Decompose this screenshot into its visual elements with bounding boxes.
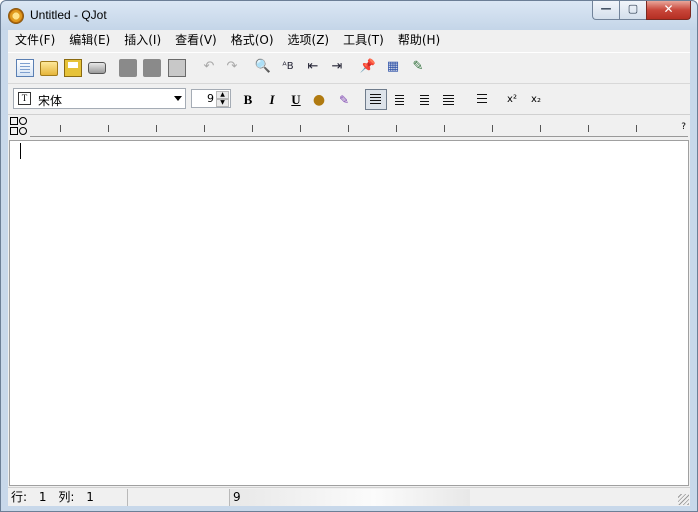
- redo-icon[interactable]: ↷: [222, 58, 242, 76]
- main-toolbar: ↶ ↷ 🔍 ᴬB ⇤ ⇥ 📌 ▦ ✎: [8, 52, 690, 81]
- text-caret: [20, 143, 21, 159]
- text-editor[interactable]: [9, 140, 689, 486]
- italic-button[interactable]: I: [262, 91, 282, 109]
- status-position: 行: 1 列: 1: [8, 489, 128, 506]
- resize-grip-icon[interactable]: [678, 494, 689, 505]
- circle-icon: [19, 127, 27, 135]
- menu-bar: 文件(F) 编辑(E) 插入(I) 查看(V) 格式(O) 选项(Z) 工具(T…: [8, 30, 690, 51]
- ruler-tick: [444, 125, 445, 132]
- ruler-tick: [492, 125, 493, 132]
- menu-tools[interactable]: 工具(T): [336, 30, 391, 51]
- minimize-icon: —: [600, 2, 612, 15]
- bold-button[interactable]: B: [238, 91, 258, 109]
- decrease-indent-icon[interactable]: ⇤: [303, 58, 323, 76]
- format-toolbar: T 宋体 9 ▲ ▼ B I U ● ✎ x² x₂: [8, 83, 690, 112]
- align-left-icon: [370, 94, 381, 104]
- close-button[interactable]: ✕: [646, 1, 691, 20]
- ruler-tick: [60, 125, 61, 132]
- col-label: 列:: [58, 490, 75, 504]
- underline-button[interactable]: U: [286, 91, 306, 109]
- menu-edit[interactable]: 编辑(E): [62, 30, 117, 51]
- ruler-tick: [252, 125, 253, 132]
- ruler-tick: [156, 125, 157, 132]
- ruler-tab-selector[interactable]: [10, 117, 29, 136]
- caption-buttons: — ▢ ✕: [592, 1, 691, 20]
- close-icon: ✕: [663, 2, 674, 16]
- replace-icon[interactable]: ᴬB: [278, 58, 298, 76]
- align-right-icon: [420, 95, 429, 105]
- square-icon: [10, 127, 18, 135]
- justify-button[interactable]: [439, 91, 459, 109]
- truetype-font-icon: T: [18, 92, 31, 105]
- line-value: 1: [38, 490, 47, 504]
- menu-file[interactable]: 文件(F): [8, 30, 62, 51]
- menu-view[interactable]: 查看(V): [168, 30, 224, 51]
- print-icon[interactable]: [88, 62, 106, 74]
- align-right-button[interactable]: [414, 91, 434, 109]
- spin-down-icon[interactable]: ▼: [216, 99, 229, 107]
- status-pane-4: [470, 489, 678, 506]
- font-size-value: 9: [207, 92, 214, 105]
- maximize-button[interactable]: ▢: [619, 1, 646, 20]
- cut-icon[interactable]: [119, 59, 137, 77]
- ruler-tick: [396, 125, 397, 132]
- status-pane-2: [128, 489, 230, 506]
- font-name-value: 宋体: [38, 94, 63, 108]
- chevron-down-icon[interactable]: [174, 96, 182, 101]
- font-color-icon[interactable]: ●: [309, 91, 329, 109]
- find-binoculars-icon[interactable]: 🔍: [253, 58, 273, 76]
- copy-icon[interactable]: [143, 59, 161, 77]
- font-size-stepper[interactable]: 9 ▲ ▼: [191, 89, 231, 108]
- title-bar[interactable]: Untitled - QJot — ▢ ✕: [1, 1, 697, 30]
- save-disk-icon[interactable]: [64, 59, 82, 77]
- app-window: Untitled - QJot — ▢ ✕ 文件(F) 编辑(E) 插入(I) …: [0, 0, 698, 512]
- subscript-button[interactable]: x₂: [526, 91, 546, 109]
- menu-format[interactable]: 格式(O): [224, 30, 281, 51]
- ruler-tick: [108, 125, 109, 132]
- status-bar: 行: 1 列: 1 9: [8, 487, 690, 506]
- highlight-icon[interactable]: ✎: [334, 91, 354, 109]
- col-value: 1: [86, 490, 94, 504]
- new-document-icon[interactable]: [16, 59, 34, 77]
- ruler-tick: [204, 125, 205, 132]
- justify-icon: [443, 95, 454, 105]
- menu-help[interactable]: 帮助(H): [391, 30, 447, 51]
- align-left-button[interactable]: [365, 89, 387, 110]
- line-label: 行:: [11, 490, 28, 504]
- ruler[interactable]: ?: [8, 114, 690, 139]
- qjot-app-icon[interactable]: [8, 8, 24, 24]
- undo-icon[interactable]: ↶: [199, 58, 219, 76]
- align-center-icon: [395, 95, 404, 105]
- menu-options[interactable]: 选项(Z): [281, 30, 337, 51]
- pushpin-icon[interactable]: 📌: [358, 58, 378, 76]
- window-title: Untitled - QJot: [30, 8, 107, 22]
- ruler-end-marker[interactable]: ?: [681, 122, 686, 132]
- magic-wand-icon[interactable]: ✎: [408, 58, 428, 76]
- square-icon: [10, 117, 18, 125]
- status-pane-3: 9: [230, 489, 470, 506]
- ruler-tick: [636, 125, 637, 132]
- superscript-button[interactable]: x²: [502, 91, 522, 109]
- ruler-tick: [348, 125, 349, 132]
- font-name-combo[interactable]: T 宋体: [13, 88, 186, 109]
- bullet-list-icon: [474, 94, 487, 106]
- increase-indent-icon[interactable]: ⇥: [327, 58, 347, 76]
- bullet-list-button[interactable]: [470, 91, 490, 109]
- ruler-track[interactable]: [30, 125, 688, 137]
- ruler-tick: [588, 125, 589, 132]
- open-folder-icon[interactable]: [40, 61, 58, 76]
- ruler-tick: [540, 125, 541, 132]
- client-area: 文件(F) 编辑(E) 插入(I) 查看(V) 格式(O) 选项(Z) 工具(T…: [8, 30, 690, 506]
- maximize-icon: ▢: [627, 2, 639, 15]
- clock-icon: [19, 117, 27, 125]
- align-center-button[interactable]: [390, 91, 410, 109]
- paste-icon[interactable]: [168, 59, 186, 77]
- ruler-tick: [300, 125, 301, 132]
- status-pane-3-text: 9: [233, 490, 241, 504]
- minimize-button[interactable]: —: [592, 1, 619, 20]
- calendar-icon[interactable]: ▦: [383, 58, 403, 76]
- spin-up-icon[interactable]: ▲: [216, 91, 229, 99]
- menu-insert[interactable]: 插入(I): [117, 30, 168, 51]
